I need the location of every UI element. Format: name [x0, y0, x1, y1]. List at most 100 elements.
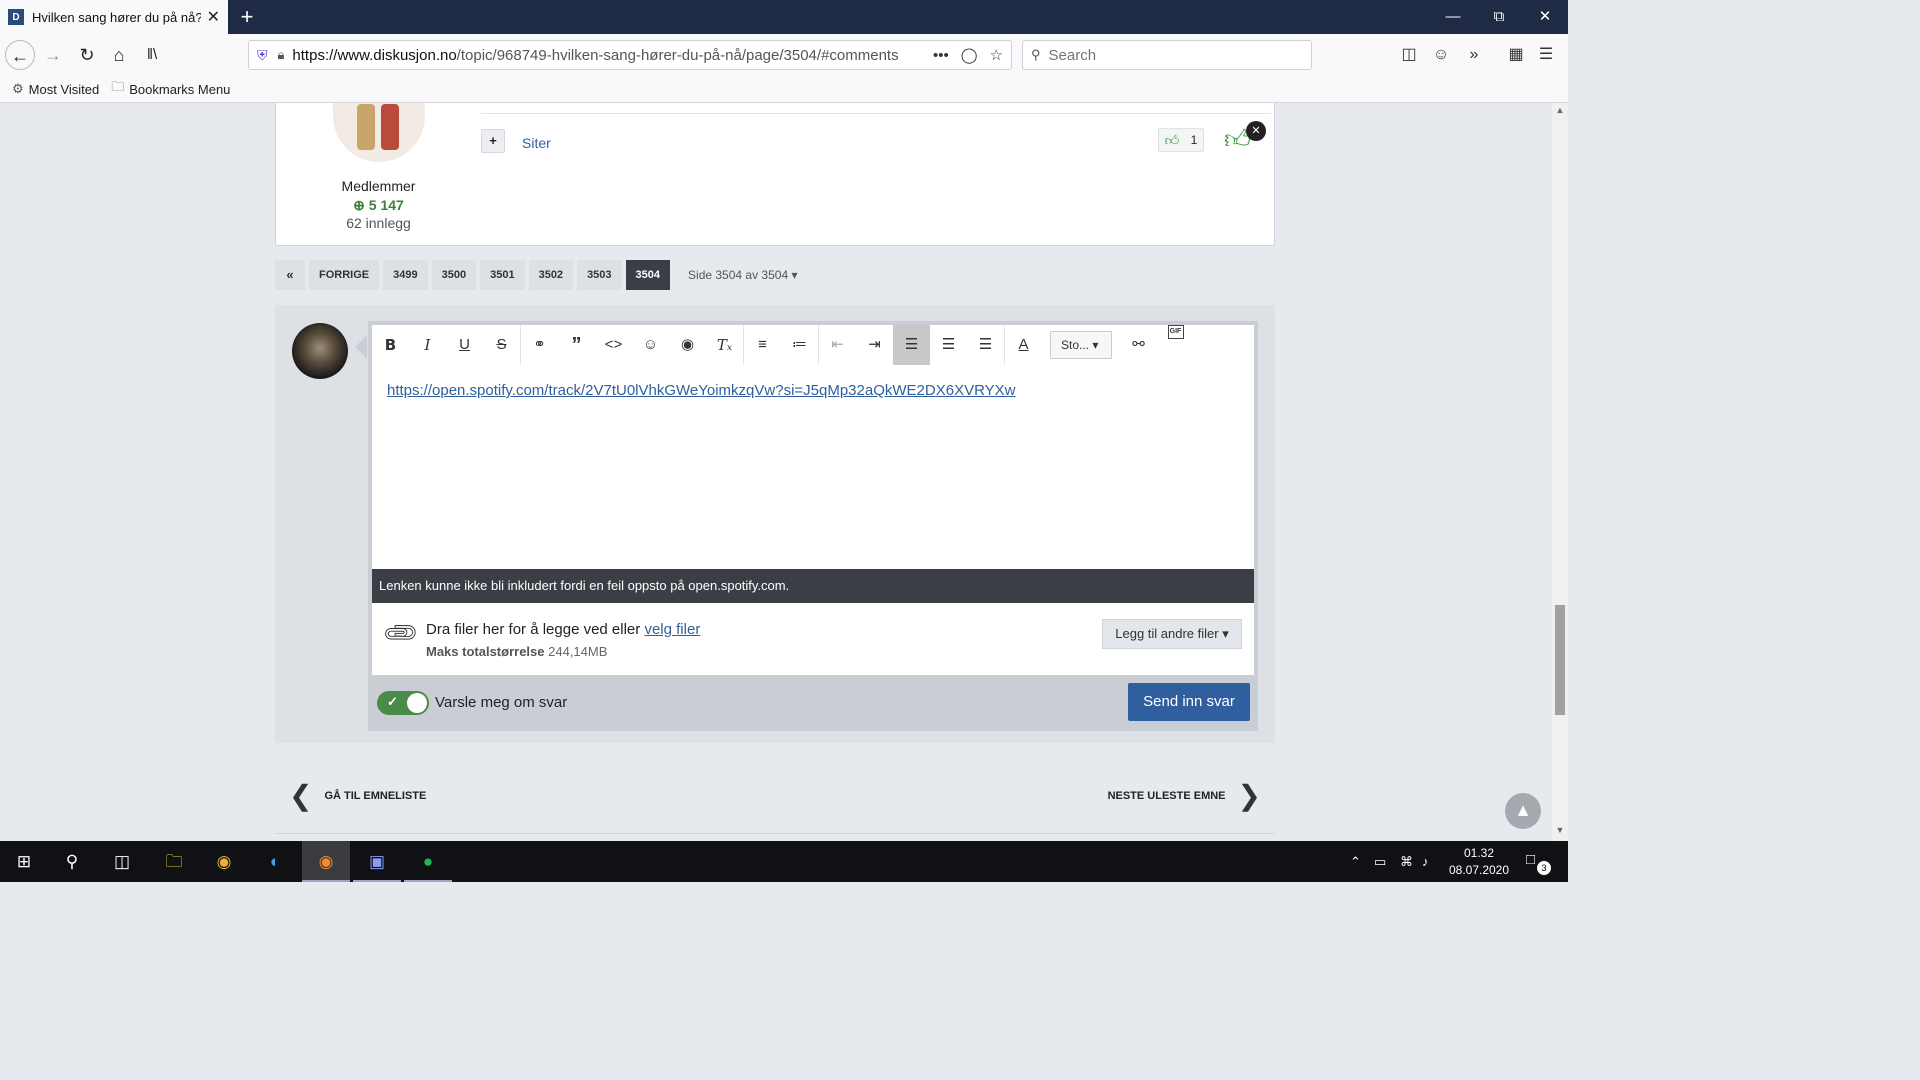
task-view-icon[interactable]: ◫	[98, 841, 146, 882]
page-button[interactable]: 3500	[431, 260, 477, 290]
window-close-icon[interactable]: ✕	[1522, 0, 1568, 34]
system-clock[interactable]: 01.32 08.07.2020	[1440, 845, 1518, 879]
attachment-dropzone[interactable]: 📎︎ Dra filer her for å legge ved eller v…	[372, 603, 1254, 675]
wifi-icon[interactable]: ⌘	[1400, 841, 1413, 882]
tab-close-icon[interactable]: ✕	[207, 7, 220, 27]
multiquote-button[interactable]: +	[481, 129, 505, 153]
first-page-button[interactable]: «	[275, 260, 305, 290]
bookmark-menu[interactable]: 🗀︎ Bookmarks Menu	[111, 78, 230, 100]
outdent-icon[interactable]: ⇤	[819, 325, 856, 365]
reply-area: B I U S ⚭ ” <> ☺ ◉ Tₓ ≡ ≔ ⇤ ⇥ ☰ ☰ ☰ A St…	[275, 305, 1275, 743]
notify-toggle[interactable]: ✓	[377, 691, 429, 715]
new-tab-button[interactable]: +	[234, 4, 260, 30]
forward-arrow-icon[interactable]: →	[38, 40, 68, 70]
scroll-down-icon[interactable]: ▼	[1552, 825, 1568, 839]
clear-format-icon[interactable]: Tₓ	[706, 325, 743, 365]
reaction-count-value: 1	[1190, 133, 1198, 147]
numbered-list-icon[interactable]: ≔	[781, 325, 818, 365]
bold-icon[interactable]: B	[372, 325, 409, 365]
page-button[interactable]: 3502	[528, 260, 574, 290]
overflow-chevron-icon[interactable]: »	[1463, 44, 1485, 66]
style-select[interactable]: Sto... ▾	[1050, 331, 1112, 359]
home-icon[interactable]: ⌂	[104, 40, 134, 70]
page-jump-dropdown[interactable]: Side 3504 av 3504 ▾	[688, 268, 797, 282]
reaction-count[interactable]: 👍︎ 1	[1158, 128, 1204, 152]
gif-button[interactable]: GIF	[1157, 325, 1194, 365]
author-post-count[interactable]: 62 innlegg	[276, 215, 481, 231]
indent-icon[interactable]: ⇥	[856, 325, 893, 365]
strikethrough-icon[interactable]: S	[483, 325, 520, 365]
firefox-icon[interactable]: ◉	[302, 841, 350, 882]
minimize-icon[interactable]: —	[1430, 0, 1476, 34]
sidebar-icon[interactable]: ◫	[1398, 44, 1420, 66]
author-avatar[interactable]	[333, 103, 425, 162]
bulleted-list-icon[interactable]: ≡	[744, 325, 781, 365]
choose-files-link[interactable]: velg filer	[644, 621, 700, 638]
scrollbar-thumb[interactable]	[1555, 605, 1565, 715]
menu-icon[interactable]: ☰	[1535, 44, 1557, 66]
current-page-button[interactable]: 3504	[625, 260, 671, 290]
search-input[interactable]	[1048, 46, 1289, 64]
discord-icon[interactable]: ▣	[353, 841, 401, 882]
scroll-to-top-icon[interactable]: ▲	[1505, 793, 1541, 829]
tray-chevron-up-icon[interactable]: ⌃	[1350, 841, 1361, 882]
browser-tabbar: D Hvilken sang hører du på nå? - ✕ + — ⧉…	[0, 0, 1568, 34]
text-color-icon[interactable]: A	[1005, 325, 1042, 365]
tracking-shield-icon[interactable]: ⛨	[257, 47, 268, 64]
library-icon[interactable]: ‖\	[137, 40, 167, 70]
align-center-icon[interactable]: ☰	[930, 325, 967, 365]
bookmark-star-icon[interactable]: ☆	[990, 46, 1003, 64]
search-bar[interactable]: ⚲	[1022, 40, 1312, 70]
italic-icon[interactable]: I	[409, 325, 446, 365]
url-text[interactable]: https://www.diskusjon.no/topic/968749-hv…	[292, 47, 921, 64]
extensions-icon[interactable]: ▦	[1505, 44, 1527, 66]
bookmark-most-visited[interactable]: ⚙ Most Visited	[12, 81, 99, 97]
page-scrollbar[interactable]: ▲ ▼	[1552, 103, 1568, 841]
user-avatar[interactable]	[292, 323, 348, 379]
pocket-icon[interactable]: ◯	[961, 46, 978, 64]
page-button[interactable]: 3503	[577, 260, 622, 290]
align-left-icon[interactable]: ☰	[893, 325, 930, 365]
remove-reaction-icon[interactable]: ✕	[1246, 121, 1266, 141]
align-right-icon[interactable]: ☰	[967, 325, 1004, 365]
page-button[interactable]: 3501	[480, 260, 525, 290]
notify-label[interactable]: Varsle meg om svar	[435, 694, 567, 711]
clock-date: 08.07.2020	[1448, 863, 1510, 877]
underline-icon[interactable]: U	[446, 325, 483, 365]
chevron-down-icon: ▾	[1092, 338, 1099, 352]
restore-icon[interactable]: ⧉	[1476, 0, 1522, 34]
scroll-up-icon[interactable]: ▲	[1552, 105, 1568, 119]
submit-reply-button[interactable]: Send inn svar	[1128, 683, 1250, 721]
back-to-topics-link[interactable]: ❮ GÅ TIL EMNELISTE	[289, 779, 426, 812]
account-icon[interactable]: ☺	[1430, 44, 1452, 66]
chrome-icon[interactable]: ◉	[200, 841, 248, 882]
search-icon[interactable]: ⚲	[48, 841, 96, 882]
page-button[interactable]: 3499	[383, 260, 428, 290]
add-other-files-button[interactable]: Legg til andre filer ▾	[1102, 619, 1242, 649]
windows-start-icon[interactable]: ⊞	[0, 841, 48, 882]
notifications-icon[interactable]: □ 3	[1526, 851, 1551, 875]
quote-button[interactable]: Siter	[522, 135, 551, 151]
quote-icon[interactable]: ”	[558, 325, 595, 365]
spoiler-eye-icon[interactable]: ◉	[669, 325, 706, 365]
previous-page-button[interactable]: FORRIGE	[309, 260, 380, 290]
back-arrow-icon[interactable]: ←	[5, 40, 35, 70]
preview-icon[interactable]: ⚯	[1120, 325, 1157, 365]
url-bar[interactable]: ⛨ 🔒︎ https://www.diskusjon.no/topic/9687…	[248, 40, 1012, 70]
edge-icon[interactable]: ◐	[251, 841, 299, 882]
code-icon[interactable]: <>	[595, 325, 632, 365]
emoji-icon[interactable]: ☺	[632, 325, 669, 365]
lock-icon[interactable]: 🔒︎	[278, 47, 285, 63]
editor-link[interactable]: https://open.spotify.com/track/2V7tU0lVh…	[387, 382, 1015, 399]
link-icon[interactable]: ⚭	[521, 325, 558, 365]
editor-textarea[interactable]: https://open.spotify.com/track/2V7tU0lVh…	[372, 365, 1254, 569]
next-unread-link[interactable]: NESTE ULESTE EMNE ❯	[1108, 779, 1261, 812]
spotify-icon[interactable]: ●	[404, 841, 452, 882]
reload-icon[interactable]: ↻	[72, 40, 102, 70]
volume-icon[interactable]: ♪	[1422, 841, 1429, 882]
page-actions-icon[interactable]: •••	[933, 47, 949, 64]
file-explorer-icon[interactable]: 🗀︎	[150, 841, 198, 882]
battery-icon[interactable]: ▭	[1374, 841, 1386, 882]
divider	[481, 113, 1271, 114]
browser-tab[interactable]: D Hvilken sang hører du på nå? - ✕	[0, 0, 228, 34]
